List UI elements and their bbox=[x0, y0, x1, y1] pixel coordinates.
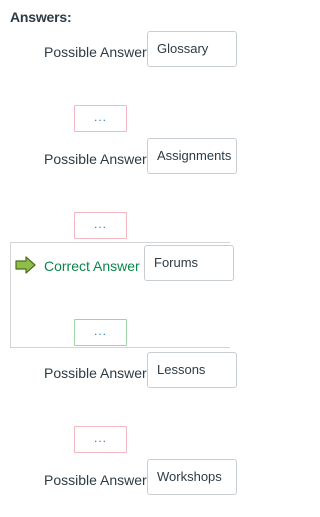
answer-label: Possible Answer bbox=[44, 151, 147, 167]
answer-label: Possible Answer bbox=[44, 365, 147, 381]
answer-label: Possible Answer bbox=[44, 472, 147, 488]
answer-input[interactable]: Lessons bbox=[147, 352, 237, 388]
comment-button[interactable]: ... bbox=[74, 212, 127, 239]
answer-input[interactable]: Workshops bbox=[147, 459, 237, 495]
answer-label: Possible Answer bbox=[44, 44, 147, 60]
answer-input[interactable]: Assignments bbox=[147, 138, 237, 174]
answers-heading: Answers: bbox=[10, 9, 72, 25]
arrow-right-icon bbox=[15, 256, 36, 274]
comment-button[interactable]: ... bbox=[74, 319, 127, 346]
answer-input[interactable]: Forums bbox=[144, 245, 234, 281]
comment-button[interactable]: ... bbox=[74, 105, 127, 132]
comment-button[interactable]: ... bbox=[74, 426, 127, 453]
answer-input[interactable]: Glossary bbox=[147, 31, 237, 67]
answer-label: Correct Answer bbox=[44, 258, 140, 274]
